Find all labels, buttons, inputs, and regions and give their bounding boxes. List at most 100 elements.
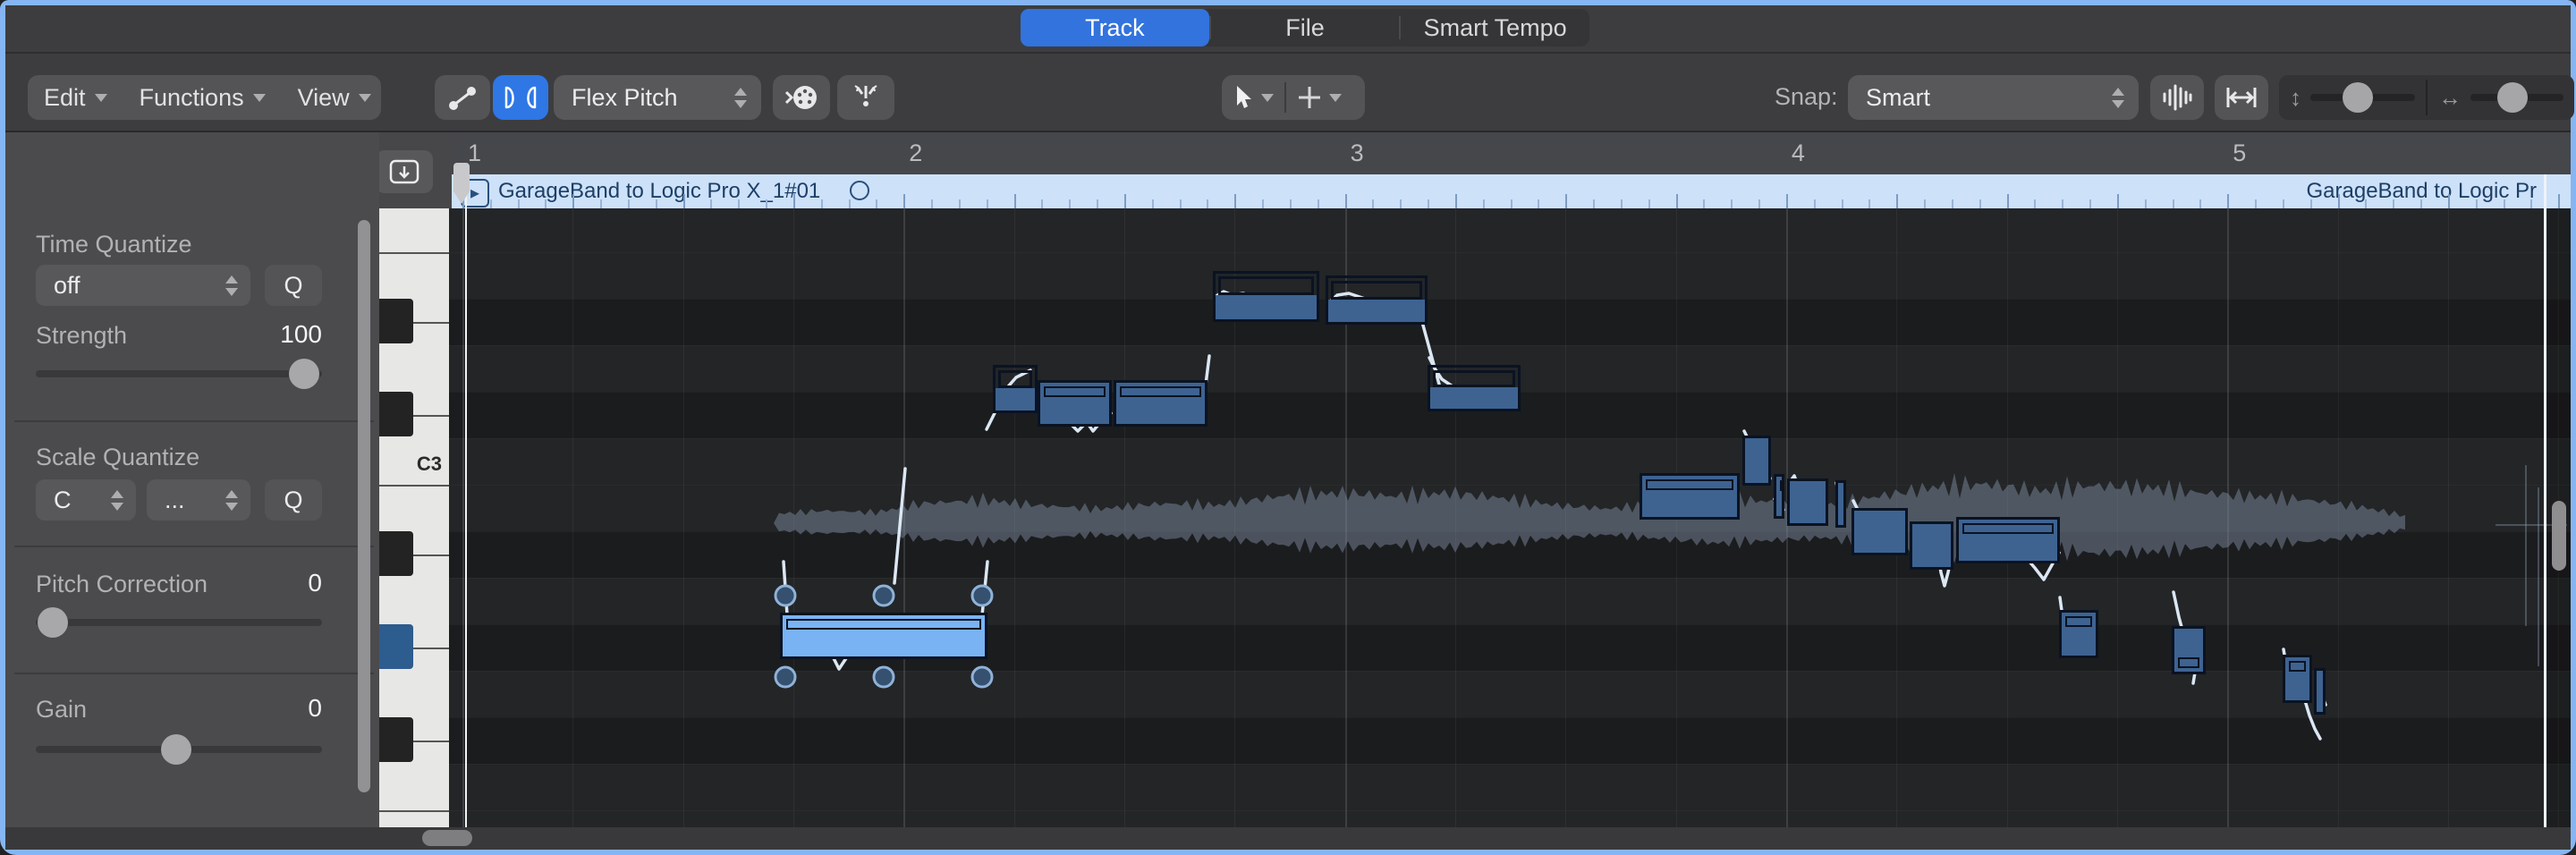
horizontal-zoom-slider[interactable]: ↔ <box>2428 75 2574 120</box>
beat-tick <box>1896 194 1898 208</box>
flex-pitch-note[interactable] <box>1428 365 1521 411</box>
inspector-scrollbar[interactable] <box>358 220 370 792</box>
piano-keyboard[interactable]: C3 <box>379 208 449 827</box>
pitch-correction-slider[interactable] <box>36 619 322 626</box>
flex-pitch-note[interactable] <box>1114 380 1208 427</box>
edit-menu[interactable]: Edit <box>28 75 123 120</box>
playhead-marker[interactable] <box>452 161 479 207</box>
flex-pitch-note[interactable] <box>1787 478 1828 526</box>
flex-mode-dropdown[interactable]: Flex Pitch <box>554 75 761 120</box>
note-vibrato-bar[interactable] <box>1646 479 1733 490</box>
flex-pitch-note[interactable] <box>1038 380 1112 427</box>
horizontal-scrollbar-thumb[interactable] <box>422 830 472 846</box>
flex-pitch-note[interactable] <box>1742 436 1771 486</box>
note-vibrato-bar[interactable] <box>1962 523 2054 534</box>
selected-flex-pitch-note[interactable] <box>780 613 987 659</box>
scale-root-dropdown[interactable]: C <box>36 479 136 521</box>
bar-ruler[interactable]: 12345 <box>452 132 2571 176</box>
beat-tick <box>1345 194 1347 208</box>
flex-pitch-note[interactable] <box>1213 271 1319 322</box>
strength-slider-thumb[interactable] <box>289 359 319 389</box>
vertical-zoom-track[interactable] <box>2310 94 2415 101</box>
flex-pitch-note[interactable] <box>1326 275 1428 325</box>
view-menu[interactable]: View <box>282 75 387 120</box>
pitch-grid[interactable] <box>449 208 2571 827</box>
scale-type-dropdown[interactable]: ... <box>147 479 250 521</box>
note-vibrato-bar[interactable] <box>1120 386 1201 397</box>
flex-pitch-note[interactable] <box>2172 626 2206 674</box>
midi-out-icon <box>784 83 819 112</box>
selected-pitch-key[interactable] <box>379 624 413 669</box>
midi-out-button[interactable] <box>773 75 830 120</box>
black-key[interactable] <box>379 299 413 343</box>
flex-pitch-note[interactable] <box>1640 473 1740 520</box>
note-vibrato-bar[interactable] <box>2178 657 2199 668</box>
black-key[interactable] <box>379 717 413 762</box>
region-header-strip[interactable]: ▸ GarageBand to Logic Pro X_1#01 GarageB… <box>452 174 2571 208</box>
note-vibrato-bar[interactable] <box>1331 281 1422 300</box>
scale-quantize-q-button[interactable]: Q <box>265 479 322 521</box>
flex-button[interactable] <box>493 75 548 120</box>
vertical-zoom-slider[interactable]: ↕ <box>2279 75 2426 120</box>
gain-slider-thumb[interactable] <box>161 734 191 765</box>
black-key[interactable] <box>379 392 413 436</box>
horizontal-zoom-track[interactable] <box>2470 94 2563 101</box>
beat-tick <box>1565 194 1567 208</box>
tab-track[interactable]: Track <box>1021 9 1209 47</box>
beat-tick <box>1621 199 1623 208</box>
pointer-tool-menu[interactable] <box>1222 75 1284 120</box>
flex-pitch-note[interactable] <box>2059 610 2098 658</box>
note-edit-handle[interactable] <box>775 667 795 687</box>
note-edit-handle[interactable] <box>874 667 894 687</box>
flex-pitch-note[interactable] <box>2314 668 2326 715</box>
fit-horizontal-icon <box>2225 86 2258 109</box>
playhead[interactable] <box>465 208 467 827</box>
pitch-correction-slider-thumb[interactable] <box>38 607 68 638</box>
beat-tick <box>1290 199 1292 208</box>
tab-smart-tempo[interactable]: Smart Tempo <box>1401 9 1589 47</box>
vertical-zoom-thumb[interactable] <box>2343 82 2373 113</box>
strength-slider[interactable] <box>36 370 322 377</box>
flex-pitch-note[interactable] <box>1835 480 1846 528</box>
chevron-down-icon <box>1261 94 1274 102</box>
snap-label: Snap: <box>1775 83 1838 111</box>
vertical-scrollbar-thumb[interactable] <box>2552 501 2566 571</box>
functions-menu[interactable]: Functions <box>123 75 282 120</box>
snap-dropdown[interactable]: Smart <box>1848 75 2139 120</box>
time-quantize-dropdown[interactable]: off <box>36 265 250 306</box>
tab-file[interactable]: File <box>1211 9 1400 47</box>
note-vibrato-bar[interactable] <box>1780 480 1784 491</box>
zoom-slider-group: ↕ ↔ <box>2279 75 2574 120</box>
waveform-zoom-button[interactable] <box>2150 75 2204 120</box>
beat-tick <box>2558 194 2560 208</box>
note-vibrato-bar[interactable] <box>998 370 1032 388</box>
scale-type-value: ... <box>147 487 225 514</box>
note-edit-handle[interactable] <box>874 586 894 605</box>
note-vibrato-bar[interactable] <box>2065 616 2092 627</box>
gain-slider[interactable] <box>36 746 322 753</box>
flex-pitch-note[interactable] <box>2283 655 2312 703</box>
note-edit-handle[interactable] <box>972 586 992 605</box>
hide-local-inspector-button[interactable] <box>376 150 433 193</box>
note-edit-handle[interactable] <box>972 667 992 687</box>
note-edit-handle[interactable] <box>775 586 795 605</box>
flex-pitch-note[interactable] <box>1852 508 1908 555</box>
note-vibrato-bar[interactable] <box>1044 386 1106 397</box>
beat-tick <box>2365 199 2367 208</box>
time-quantize-q-button[interactable]: Q <box>265 265 322 306</box>
split-notes-button[interactable] <box>837 75 894 120</box>
horizontal-zoom-thumb[interactable] <box>2497 82 2528 113</box>
note-vibrato-bar[interactable] <box>786 619 981 630</box>
beat-tick <box>2420 199 2422 208</box>
flex-pitch-note[interactable] <box>1774 474 1784 519</box>
flex-pitch-note[interactable] <box>993 365 1038 413</box>
note-vibrato-bar[interactable] <box>1218 276 1314 295</box>
note-vibrato-bar[interactable] <box>2289 661 2306 672</box>
fit-horizontal-button[interactable] <box>2215 75 2268 120</box>
crosshair-tool-menu[interactable] <box>1286 75 1352 120</box>
automation-curve-button[interactable] <box>435 75 490 120</box>
black-key[interactable] <box>379 531 413 576</box>
flex-pitch-note[interactable] <box>1910 521 1953 570</box>
flex-pitch-note[interactable] <box>1956 517 2060 563</box>
note-vibrato-bar[interactable] <box>1433 370 1515 387</box>
